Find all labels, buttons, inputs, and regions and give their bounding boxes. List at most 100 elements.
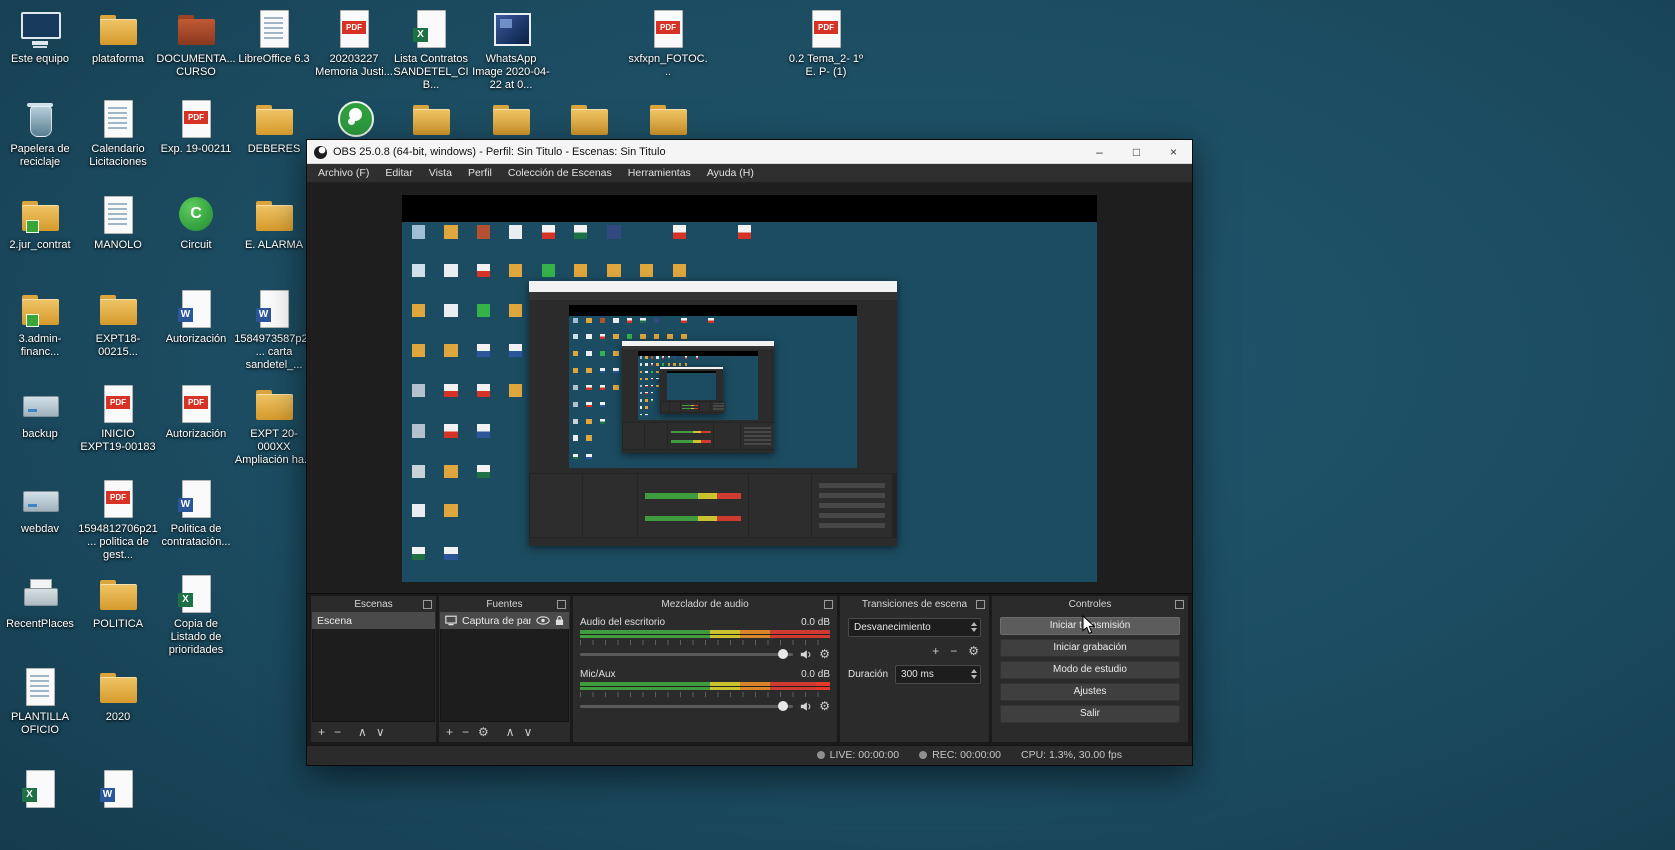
menu-item-herramientas[interactable]: Herramientas xyxy=(620,164,699,183)
desktop-icon-excel[interactable]: X xyxy=(0,768,80,813)
desktop-icon-folder[interactable] xyxy=(471,98,551,143)
desktop-icon-1594812706p21-politica-de-gest[interactable]: PDF1594812706p21... politica de gest... xyxy=(78,478,158,562)
preview-graphic xyxy=(613,368,618,373)
desktop-icon-calendario-licitaciones[interactable]: Calendario Licitaciones xyxy=(78,98,158,169)
menu-item-perfil[interactable]: Perfil xyxy=(460,164,500,183)
transition-select[interactable]: Desvanecimiento xyxy=(848,618,981,637)
spinbox-arrows-icon[interactable] xyxy=(971,669,977,679)
add-scene-button[interactable]: + xyxy=(318,722,325,742)
preview-graphic xyxy=(477,384,490,397)
desktop-icon-exp-19-00211[interactable]: PDFExp. 19-00211 xyxy=(156,98,236,156)
dock-float-icon[interactable] xyxy=(824,600,833,609)
desktop-icon-expt18-00215[interactable]: EXPT18-00215... xyxy=(78,288,158,359)
desktop-icon-backup[interactable]: backup xyxy=(0,383,80,441)
desktop-icon-libreoffice-6-3[interactable]: LibreOffice 6.3 xyxy=(234,8,314,66)
desktop-icon-word[interactable]: W xyxy=(78,768,158,813)
settings-button[interactable]: Ajustes xyxy=(1000,683,1180,701)
preview-graphic xyxy=(622,346,774,349)
preview-graphic xyxy=(613,351,618,356)
desktop-icon-recentplaces[interactable]: RecentPlaces xyxy=(0,573,80,631)
source-list-item[interactable]: Captura de pantal xyxy=(440,612,569,629)
desktop-icon-manolo[interactable]: MANOLO xyxy=(78,194,158,252)
menu-item-archivo-f[interactable]: Archivo (F) xyxy=(310,164,377,183)
close-button[interactable]: × xyxy=(1155,140,1192,164)
preview-graphic xyxy=(645,493,741,499)
desktop-icon-documenta-curso[interactable]: DOCUMENTA... CURSO xyxy=(156,8,236,79)
lock-icon[interactable] xyxy=(555,615,564,626)
pdf-badge: PDF xyxy=(106,491,130,504)
menu-item-vista[interactable]: Vista xyxy=(421,164,460,183)
channel-settings-gear-icon[interactable]: ⚙ xyxy=(819,700,830,712)
desktop-icon-0-2-tema-2-1-e-p-1[interactable]: PDF0.2 Tema_2- 1º E. P- (1) xyxy=(786,8,866,79)
preview-graphic xyxy=(640,363,642,365)
desktop-icon-webdav[interactable]: webdav xyxy=(0,478,80,536)
remove-transition-button[interactable]: − xyxy=(950,644,957,658)
desktop-icon-folder[interactable] xyxy=(628,98,708,143)
dock-float-icon[interactable] xyxy=(1175,600,1184,609)
start-recording-button[interactable]: Iniciar grabación xyxy=(1000,639,1180,657)
exit-button[interactable]: Salir xyxy=(1000,705,1180,723)
menu-item-ayuda-h[interactable]: Ayuda (H) xyxy=(699,164,762,183)
speaker-icon[interactable] xyxy=(800,701,812,712)
transition-properties-gear-icon[interactable]: ⚙ xyxy=(968,644,979,658)
visibility-eye-icon[interactable] xyxy=(536,616,550,625)
dock-float-icon[interactable] xyxy=(976,600,985,609)
preview-graphic xyxy=(412,465,425,478)
desktop-icon-papelera-de-reciclaje[interactable]: Papelera de reciclaje xyxy=(0,98,80,169)
desktop-icon-folder[interactable] xyxy=(549,98,629,143)
speaker-icon[interactable] xyxy=(800,649,812,660)
source-properties-gear-icon[interactable]: ⚙ xyxy=(478,722,489,742)
desktop-icon-obs[interactable] xyxy=(314,98,394,143)
desktop-icon-expt-20-000xx-ampliacion-ha[interactable]: EXPT 20-000XX Ampliación ha... xyxy=(234,383,314,467)
remove-scene-button[interactable]: − xyxy=(334,722,341,742)
slider-handle[interactable] xyxy=(778,701,788,711)
desktop-icon-deberes[interactable]: DEBERES xyxy=(234,98,314,156)
source-up-button[interactable]: ∧ xyxy=(506,722,515,742)
desktop-icon-sxfxpn-fotoc[interactable]: PDFsxfxpn_FOTOC... xyxy=(628,8,708,79)
duration-spinbox[interactable]: 300 ms xyxy=(895,665,981,684)
channel-settings-gear-icon[interactable]: ⚙ xyxy=(819,648,830,660)
desktop-icon-inicio-expt19-00183[interactable]: PDFINICIO EXPT19-00183 xyxy=(78,383,158,454)
add-transition-button[interactable]: + xyxy=(932,644,939,658)
combo-arrows-icon[interactable] xyxy=(971,622,977,632)
desktop-icon-autorizacion[interactable]: WAutorización xyxy=(156,288,236,346)
desktop-icon-plantilla-oficio[interactable]: PLANTILLA OFICIO xyxy=(0,666,80,737)
scene-up-button[interactable]: ∧ xyxy=(358,722,367,742)
preview-graphic xyxy=(638,356,758,421)
volume-slider[interactable] xyxy=(580,705,793,708)
desktop-icon-2-jur-contrat[interactable]: 2.jur_contrat xyxy=(0,194,80,252)
desktop-icon-autorizacion[interactable]: PDFAutorización xyxy=(156,383,236,441)
menu-item-editar[interactable]: Editar xyxy=(377,164,420,183)
desktop-icon-plataforma[interactable]: plataforma xyxy=(78,8,158,66)
desktop-icon-3-admin-financ[interactable]: 3.admin-financ... xyxy=(0,288,80,359)
volume-slider[interactable] xyxy=(580,653,793,656)
obs-titlebar[interactable]: OBS 25.0.8 (64-bit, windows) - Perfil: S… xyxy=(307,140,1192,164)
minimize-button[interactable]: – xyxy=(1081,140,1118,164)
desktop-icon-e-alarma[interactable]: E. ALARMA xyxy=(234,194,314,252)
add-source-button[interactable]: + xyxy=(446,722,453,742)
studio-mode-button[interactable]: Modo de estudio xyxy=(1000,661,1180,679)
desktop-icon-1584973587p26-carta-sandetel[interactable]: W1584973587p26... carta sandetel_... xyxy=(234,288,314,372)
desktop-icon-whatsapp-image-2020-04-22-at-0[interactable]: WhatsApp Image 2020-04-22 at 0... xyxy=(471,8,551,92)
desktop-icon-politica[interactable]: POLITICA xyxy=(78,573,158,631)
maximize-button[interactable]: □ xyxy=(1118,140,1155,164)
desktop-icon-politica-de-contratacion[interactable]: WPolitica de contratación... xyxy=(156,478,236,549)
desktop-icon-2020[interactable]: 2020 xyxy=(78,666,158,724)
preview-graphic xyxy=(670,402,679,412)
dock-float-icon[interactable] xyxy=(557,600,566,609)
dock-float-icon[interactable] xyxy=(423,600,432,609)
preview-graphic xyxy=(477,424,490,437)
scene-down-button[interactable]: ∨ xyxy=(376,722,385,742)
menu-item-coleccion-de-escenas[interactable]: Colección de Escenas xyxy=(500,164,620,183)
desktop-icon-20203227-memoria-justi[interactable]: PDF20203227 Memoria Justi... xyxy=(314,8,394,79)
desktop-icon-folder[interactable] xyxy=(391,98,471,143)
preview-graphic xyxy=(645,516,741,522)
source-down-button[interactable]: ∨ xyxy=(524,722,533,742)
desktop-icon-lista-contratos-sandetel-cib[interactable]: XLista Contratos SANDETEL_CIB... xyxy=(391,8,471,92)
slider-handle[interactable] xyxy=(778,649,788,659)
scene-list-item[interactable]: Escena xyxy=(312,612,435,629)
desktop-icon-copia-de-listado-de-prioridades[interactable]: XCopia de Listado de prioridades xyxy=(156,573,236,657)
desktop-icon-este-equipo[interactable]: Este equipo xyxy=(0,8,80,66)
desktop-icon-circuit[interactable]: CCircuit xyxy=(156,194,236,252)
remove-source-button[interactable]: − xyxy=(462,722,469,742)
